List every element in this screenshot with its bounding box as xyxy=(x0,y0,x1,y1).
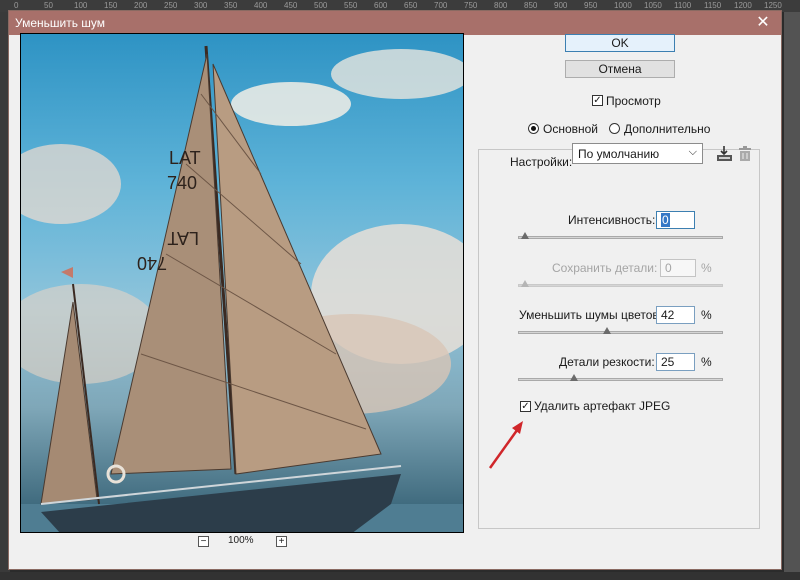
ruler-tick: 1250 xyxy=(764,1,782,10)
zoom-level: 100% xyxy=(228,535,254,546)
sharpen-details-label: Детали резкости: xyxy=(559,355,655,369)
ruler-tick: 0 xyxy=(14,1,19,10)
dialog-titlebar[interactable]: Уменьшить шум ✕ xyxy=(9,11,781,35)
ruler-tick: 550 xyxy=(344,1,358,10)
basic-mode-radio[interactable] xyxy=(528,123,539,134)
chevron-down-icon: ⌵ xyxy=(688,146,697,158)
ruler-tick: 750 xyxy=(464,1,478,10)
sail-text-1: LAT xyxy=(169,148,201,168)
background-right-panel xyxy=(784,12,800,580)
strength-slider[interactable] xyxy=(518,236,723,239)
ruler-tick: 450 xyxy=(284,1,298,10)
reduce-color-noise-slider-thumb[interactable] xyxy=(602,327,611,334)
save-preset-icon[interactable] xyxy=(716,145,734,166)
sharpen-details-slider-thumb[interactable] xyxy=(569,374,578,381)
reduce-color-noise-slider[interactable] xyxy=(518,331,723,334)
preserve-details-slider xyxy=(518,284,723,287)
ruler-tick: 700 xyxy=(434,1,448,10)
ruler-tick: 500 xyxy=(314,1,328,10)
settings-dropdown-value: По умолчанию xyxy=(578,147,660,161)
preserve-details-input: 0 xyxy=(660,259,696,277)
sharpen-details-slider[interactable] xyxy=(518,378,723,381)
sharpen-details-input[interactable]: 25 xyxy=(656,353,695,371)
advanced-mode-label: Дополнительно xyxy=(624,122,711,136)
dialog-title: Уменьшить шум xyxy=(15,16,106,30)
reduce-color-noise-unit: % xyxy=(701,308,712,322)
ruler-tick: 1200 xyxy=(734,1,752,10)
ruler-tick: 800 xyxy=(494,1,508,10)
ok-button[interactable]: OK xyxy=(565,34,675,52)
settings-dropdown[interactable]: По умолчанию ⌵ xyxy=(572,143,703,164)
ruler-tick: 600 xyxy=(374,1,388,10)
preview-checkbox[interactable]: ✓ xyxy=(592,95,603,106)
ruler-tick: 100 xyxy=(74,1,88,10)
reduce-color-noise-input[interactable]: 42 xyxy=(656,306,695,324)
preview-image[interactable]: LAT 740 LAT 740 xyxy=(20,33,464,533)
jpeg-artifact-checkbox[interactable]: ✓ xyxy=(520,401,531,412)
ruler-tick: 200 xyxy=(134,1,148,10)
strength-slider-thumb[interactable] xyxy=(521,232,529,239)
sharpen-details-unit: % xyxy=(701,355,712,369)
ruler-tick: 350 xyxy=(224,1,238,10)
strength-input-value: 0 xyxy=(661,213,670,227)
jpeg-artifact-label: Удалить артефакт JPEG xyxy=(534,399,671,413)
sail-text-3: LAT xyxy=(167,228,199,248)
ruler-tick: 950 xyxy=(584,1,598,10)
preserve-details-slider-thumb xyxy=(521,280,529,287)
annotation-arrow xyxy=(488,421,523,469)
ruler-tick: 400 xyxy=(254,1,268,10)
ruler-tick: 300 xyxy=(194,1,208,10)
ruler-tick: 1050 xyxy=(644,1,662,10)
ruler-tick: 1000 xyxy=(614,1,632,10)
ruler-tick: 900 xyxy=(554,1,568,10)
strength-input[interactable]: 0 xyxy=(656,211,695,229)
sail-text-2: 740 xyxy=(167,173,197,193)
background-bottom-strip xyxy=(0,572,800,580)
trash-icon[interactable] xyxy=(738,146,752,165)
close-icon[interactable]: ✕ xyxy=(749,12,777,34)
advanced-mode-radio[interactable] xyxy=(609,123,620,134)
reduce-color-noise-label: Уменьшить шумы цветов: xyxy=(519,308,663,322)
settings-label: Настройки: xyxy=(508,155,575,169)
sailboat-image: LAT 740 LAT 740 xyxy=(21,45,463,532)
ruler-tick: 1100 xyxy=(674,1,692,10)
preserve-details-label: Сохранить детали: xyxy=(552,261,658,275)
preview-checkbox-label: Просмотр xyxy=(606,94,661,108)
cancel-button[interactable]: Отмена xyxy=(565,60,675,78)
zoom-controls: − 100% + xyxy=(198,535,288,549)
zoom-in-button[interactable]: + xyxy=(276,536,287,547)
ruler-tick: 650 xyxy=(404,1,418,10)
preserve-details-unit: % xyxy=(701,261,712,275)
ruler-tick: 850 xyxy=(524,1,538,10)
ruler-tick: 150 xyxy=(104,1,118,10)
ruler-tick: 1150 xyxy=(704,1,722,10)
zoom-out-button[interactable]: − xyxy=(198,536,209,547)
ruler-tick: 50 xyxy=(44,1,53,10)
ruler-tick: 250 xyxy=(164,1,178,10)
basic-mode-label: Основной xyxy=(543,122,599,136)
strength-label: Интенсивность: xyxy=(568,213,656,227)
sail-text-4: 740 xyxy=(137,253,167,273)
